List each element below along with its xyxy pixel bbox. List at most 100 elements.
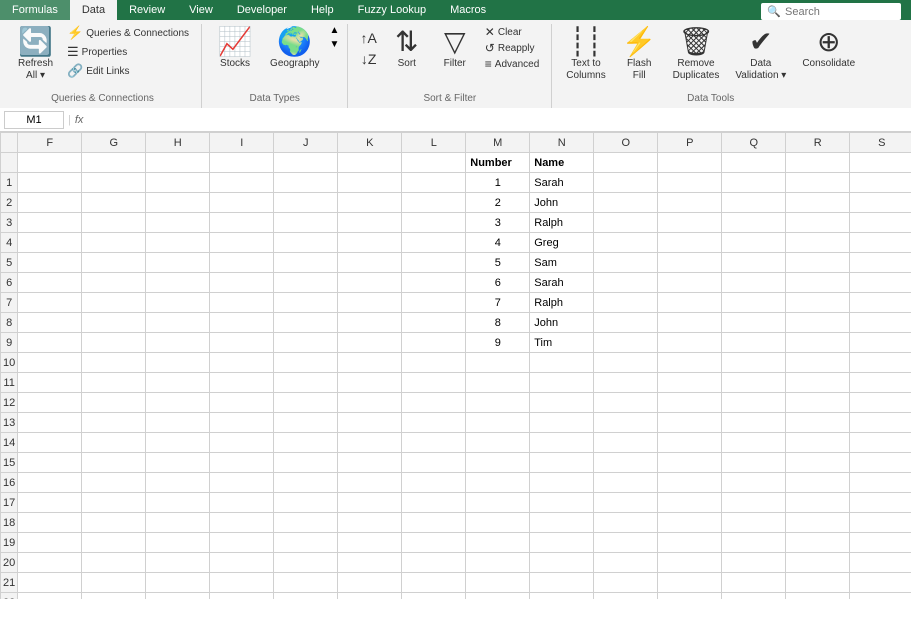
clear-button[interactable]: ✕ Clear bbox=[481, 24, 544, 40]
cell-N-8[interactable]: John bbox=[530, 313, 594, 333]
cell-H-17[interactable] bbox=[146, 493, 210, 513]
cell-S-10[interactable] bbox=[850, 353, 911, 373]
cell-N-22[interactable] bbox=[530, 593, 594, 600]
cell-G-21[interactable] bbox=[82, 573, 146, 593]
cell-L-18[interactable] bbox=[402, 513, 466, 533]
cell-S-17[interactable] bbox=[850, 493, 911, 513]
cell-S-3[interactable] bbox=[850, 213, 911, 233]
col-header-O[interactable]: O bbox=[594, 133, 658, 153]
cell-L-17[interactable] bbox=[402, 493, 466, 513]
cell-I-4[interactable] bbox=[210, 233, 274, 253]
cell-F-18[interactable] bbox=[18, 513, 82, 533]
cell-N-header[interactable]: Name bbox=[530, 153, 594, 173]
cell-I-11[interactable] bbox=[210, 373, 274, 393]
cell-G-6[interactable] bbox=[82, 273, 146, 293]
row-header-17[interactable]: 17 bbox=[1, 493, 18, 513]
cell-O-20[interactable] bbox=[594, 553, 658, 573]
cell-G-9[interactable] bbox=[82, 333, 146, 353]
tab-formulas[interactable]: Formulas bbox=[0, 0, 70, 20]
cell-R-20[interactable] bbox=[786, 553, 850, 573]
cell-P-13[interactable] bbox=[658, 413, 722, 433]
cell-J-3[interactable] bbox=[274, 213, 338, 233]
cell-F-6[interactable] bbox=[18, 273, 82, 293]
cell-L-1[interactable] bbox=[402, 173, 466, 193]
cell-N-12[interactable] bbox=[530, 393, 594, 413]
cell-J-8[interactable] bbox=[274, 313, 338, 333]
cell-I-header[interactable] bbox=[210, 153, 274, 173]
text-to-columns-button[interactable]: ┊┊ Text to Columns bbox=[560, 24, 611, 86]
cell-O-header[interactable] bbox=[594, 153, 658, 173]
cell-G-header[interactable] bbox=[82, 153, 146, 173]
cell-O-1[interactable] bbox=[594, 173, 658, 193]
cell-Q-6[interactable] bbox=[722, 273, 786, 293]
cell-G-15[interactable] bbox=[82, 453, 146, 473]
cell-H-14[interactable] bbox=[146, 433, 210, 453]
cell-Q-20[interactable] bbox=[722, 553, 786, 573]
data-validation-button[interactable]: ✔ Data Validation ▾ bbox=[729, 24, 792, 86]
col-header-M[interactable]: M bbox=[466, 133, 530, 153]
cell-R-15[interactable] bbox=[786, 453, 850, 473]
cell-M-16[interactable] bbox=[466, 473, 530, 493]
cell-O-8[interactable] bbox=[594, 313, 658, 333]
cell-O-4[interactable] bbox=[594, 233, 658, 253]
cell-N-14[interactable] bbox=[530, 433, 594, 453]
cell-P-2[interactable] bbox=[658, 193, 722, 213]
cell-H-8[interactable] bbox=[146, 313, 210, 333]
cell-S-11[interactable] bbox=[850, 373, 911, 393]
cell-P-7[interactable] bbox=[658, 293, 722, 313]
cell-O-14[interactable] bbox=[594, 433, 658, 453]
cell-K-3[interactable] bbox=[338, 213, 402, 233]
cell-M-21[interactable] bbox=[466, 573, 530, 593]
cell-R-10[interactable] bbox=[786, 353, 850, 373]
cell-K-14[interactable] bbox=[338, 433, 402, 453]
cell-L-5[interactable] bbox=[402, 253, 466, 273]
cell-J-4[interactable] bbox=[274, 233, 338, 253]
queries-connections-button[interactable]: ⚡ Queries & Connections bbox=[63, 24, 193, 42]
cell-G-8[interactable] bbox=[82, 313, 146, 333]
filter-button[interactable]: ▽ Filter bbox=[433, 24, 477, 74]
cell-F-15[interactable] bbox=[18, 453, 82, 473]
cell-O-16[interactable] bbox=[594, 473, 658, 493]
cell-I-18[interactable] bbox=[210, 513, 274, 533]
cell-M-5[interactable]: 5 bbox=[466, 253, 530, 273]
cell-I-21[interactable] bbox=[210, 573, 274, 593]
cell-O-19[interactable] bbox=[594, 533, 658, 553]
cell-N-18[interactable] bbox=[530, 513, 594, 533]
cell-F-16[interactable] bbox=[18, 473, 82, 493]
col-header-R[interactable]: R bbox=[786, 133, 850, 153]
cell-H-16[interactable] bbox=[146, 473, 210, 493]
cell-J-7[interactable] bbox=[274, 293, 338, 313]
cell-H-1[interactable] bbox=[146, 173, 210, 193]
cell-L-4[interactable] bbox=[402, 233, 466, 253]
col-header-H[interactable]: H bbox=[146, 133, 210, 153]
cell-M-2[interactable]: 2 bbox=[466, 193, 530, 213]
tab-developer[interactable]: Developer bbox=[225, 0, 299, 20]
properties-button[interactable]: ☰ Properties bbox=[63, 43, 193, 61]
cell-P-3[interactable] bbox=[658, 213, 722, 233]
cell-G-5[interactable] bbox=[82, 253, 146, 273]
cell-G-19[interactable] bbox=[82, 533, 146, 553]
cell-H-7[interactable] bbox=[146, 293, 210, 313]
cell-K-7[interactable] bbox=[338, 293, 402, 313]
cell-I-7[interactable] bbox=[210, 293, 274, 313]
cell-Q-16[interactable] bbox=[722, 473, 786, 493]
cell-M-22[interactable] bbox=[466, 593, 530, 600]
cell-L-10[interactable] bbox=[402, 353, 466, 373]
cell-Q-13[interactable] bbox=[722, 413, 786, 433]
cell-R-21[interactable] bbox=[786, 573, 850, 593]
cell-M-4[interactable]: 4 bbox=[466, 233, 530, 253]
cell-G-12[interactable] bbox=[82, 393, 146, 413]
cell-R-6[interactable] bbox=[786, 273, 850, 293]
cell-H-11[interactable] bbox=[146, 373, 210, 393]
row-header-20[interactable]: 20 bbox=[1, 553, 18, 573]
cell-N-13[interactable] bbox=[530, 413, 594, 433]
row-header-3[interactable]: 3 bbox=[1, 213, 18, 233]
cell-J-6[interactable] bbox=[274, 273, 338, 293]
cell-I-9[interactable] bbox=[210, 333, 274, 353]
cell-H-6[interactable] bbox=[146, 273, 210, 293]
cell-L-7[interactable] bbox=[402, 293, 466, 313]
cell-H-15[interactable] bbox=[146, 453, 210, 473]
cell-O-5[interactable] bbox=[594, 253, 658, 273]
cell-N-3[interactable]: Ralph bbox=[530, 213, 594, 233]
cell-O-9[interactable] bbox=[594, 333, 658, 353]
